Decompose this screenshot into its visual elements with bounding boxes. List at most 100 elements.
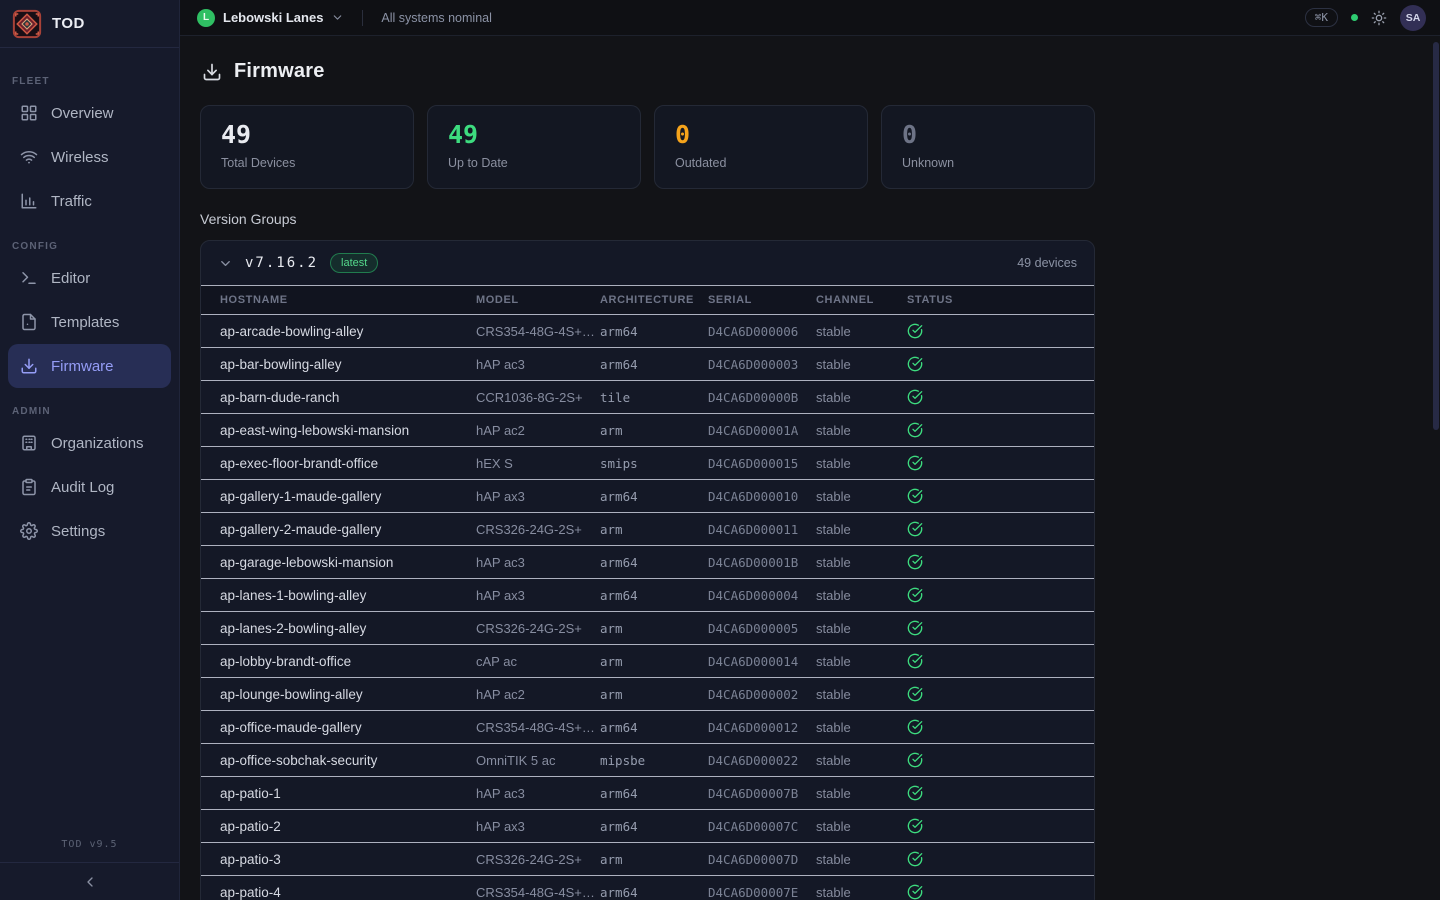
version-label: v7.16.2 (245, 255, 318, 271)
check-circle-icon (907, 323, 923, 339)
user-avatar[interactable]: SA (1400, 5, 1426, 31)
architecture-cell: arm64 (600, 489, 708, 504)
check-circle-icon (907, 653, 923, 669)
check-circle-icon (907, 554, 923, 570)
table-row[interactable]: ap-bar-bowling-alleyhAP ac3arm64D4CA6D00… (201, 347, 1094, 380)
sidebar-collapse-button[interactable] (0, 862, 179, 900)
status-cell (907, 851, 1094, 867)
download-icon (202, 62, 222, 82)
sidebar-item-audit-log[interactable]: Audit Log (8, 465, 171, 509)
stat-value: 49 (448, 121, 620, 149)
command-palette-shortcut[interactable]: ⌘K (1305, 8, 1338, 27)
hostname-cell: ap-exec-floor-brandt-office (220, 456, 476, 471)
table-row[interactable]: ap-barn-dude-ranchCCR1036-8G-2S+tileD4CA… (201, 380, 1094, 413)
table-row[interactable]: ap-east-wing-lebowski-mansionhAP ac2armD… (201, 413, 1094, 446)
table-row[interactable]: ap-lobby-brandt-officecAP acarmD4CA6D000… (201, 644, 1094, 677)
status-cell (907, 719, 1094, 735)
stat-label: Up to Date (448, 156, 620, 170)
sidebar-item-firmware[interactable]: Firmware (8, 344, 171, 388)
sidebar-item-traffic[interactable]: Traffic (8, 179, 171, 223)
stat-card-outdated: 0Outdated (654, 105, 868, 189)
architecture-cell: arm (600, 654, 708, 669)
channel-cell: stable (816, 324, 907, 339)
vertical-scrollbar[interactable] (1433, 42, 1439, 430)
sidebar-item-editor[interactable]: Editor (8, 256, 171, 300)
sidebar-item-label: Firmware (51, 358, 114, 375)
download-icon (20, 357, 38, 375)
brand-header: TOD (0, 0, 179, 48)
wifi-icon (20, 148, 38, 166)
channel-cell: stable (816, 456, 907, 471)
sidebar-item-overview[interactable]: Overview (8, 91, 171, 135)
column-header-architecture: ARCHITECTURE (600, 294, 708, 306)
check-circle-icon (907, 620, 923, 636)
status-cell (907, 422, 1094, 438)
sidebar-item-templates[interactable]: Templates (8, 300, 171, 344)
sidebar-item-organizations[interactable]: Organizations (8, 421, 171, 465)
sun-icon[interactable] (1371, 10, 1387, 26)
channel-cell: stable (816, 720, 907, 735)
status-cell (907, 587, 1094, 603)
hostname-cell: ap-office-maude-gallery (220, 720, 476, 735)
table-row[interactable]: ap-office-sobchak-securityOmniTIK 5 acmi… (201, 743, 1094, 776)
channel-cell: stable (816, 786, 907, 801)
table-row[interactable]: ap-patio-3CRS326-24G-2S+armD4CA6D00007Ds… (201, 842, 1094, 875)
check-circle-icon (907, 521, 923, 537)
model-cell: hAP ac3 (476, 555, 600, 570)
model-cell: hAP ax3 (476, 588, 600, 603)
channel-cell: stable (816, 357, 907, 372)
org-selector[interactable]: L Lebowski Lanes (197, 9, 344, 27)
status-cell (907, 521, 1094, 537)
table-row[interactable]: ap-patio-2hAP ax3arm64D4CA6D00007Cstable (201, 809, 1094, 842)
hostname-cell: ap-lanes-1-bowling-alley (220, 588, 476, 603)
status-cell (907, 389, 1094, 405)
table-row[interactable]: ap-garage-lebowski-mansionhAP ac3arm64D4… (201, 545, 1094, 578)
hostname-cell: ap-gallery-2-maude-gallery (220, 522, 476, 537)
version-group-header[interactable]: v7.16.2 latest 49 devices (201, 241, 1094, 285)
dashboard-icon (20, 104, 38, 122)
terminal-icon (20, 269, 38, 287)
channel-cell: stable (816, 390, 907, 405)
table-row[interactable]: ap-arcade-bowling-alleyCRS354-48G-4S+…ar… (201, 314, 1094, 347)
status-cell (907, 653, 1094, 669)
sidebar-item-settings[interactable]: Settings (8, 509, 171, 553)
table-row[interactable]: ap-patio-1hAP ac3arm64D4CA6D00007Bstable (201, 776, 1094, 809)
file-icon (20, 313, 38, 331)
stat-value: 49 (221, 121, 393, 149)
status-cell (907, 884, 1094, 900)
check-circle-icon (907, 455, 923, 471)
serial-cell: D4CA6D000010 (708, 489, 816, 504)
table-row[interactable]: ap-gallery-1-maude-galleryhAP ax3arm64D4… (201, 479, 1094, 512)
chevron-left-icon (82, 874, 98, 890)
table-row[interactable]: ap-patio-4CRS354-48G-4S+…arm64D4CA6D0000… (201, 875, 1094, 900)
check-circle-icon (907, 785, 923, 801)
column-header-channel: CHANNEL (816, 294, 907, 306)
status-cell (907, 356, 1094, 372)
check-circle-icon (907, 587, 923, 603)
serial-cell: D4CA6D00007B (708, 786, 816, 801)
hostname-cell: ap-lounge-bowling-alley (220, 687, 476, 702)
architecture-cell: arm64 (600, 819, 708, 834)
stat-label: Unknown (902, 156, 1074, 170)
stat-value: 0 (902, 121, 1074, 149)
serial-cell: D4CA6D00000B (708, 390, 816, 405)
hostname-cell: ap-arcade-bowling-alley (220, 324, 476, 339)
table-row[interactable]: ap-gallery-2-maude-galleryCRS326-24G-2S+… (201, 512, 1094, 545)
chevron-down-icon (331, 11, 344, 24)
topbar-actions: ⌘K SA (1305, 5, 1426, 31)
table-row[interactable]: ap-lanes-1-bowling-alleyhAP ax3arm64D4CA… (201, 578, 1094, 611)
table-row[interactable]: ap-office-maude-galleryCRS354-48G-4S+…ar… (201, 710, 1094, 743)
topbar-divider (362, 10, 363, 26)
serial-cell: D4CA6D000015 (708, 456, 816, 471)
stat-label: Outdated (675, 156, 847, 170)
sidebar-item-label: Settings (51, 523, 105, 540)
sidebar-item-wireless[interactable]: Wireless (8, 135, 171, 179)
serial-cell: D4CA6D00001A (708, 423, 816, 438)
check-circle-icon (907, 356, 923, 372)
check-circle-icon (907, 719, 923, 735)
sidebar-item-label: Traffic (51, 193, 92, 210)
table-row[interactable]: ap-lounge-bowling-alleyhAP ac2armD4CA6D0… (201, 677, 1094, 710)
table-row[interactable]: ap-exec-floor-brandt-officehEX SsmipsD4C… (201, 446, 1094, 479)
hostname-cell: ap-bar-bowling-alley (220, 357, 476, 372)
table-row[interactable]: ap-lanes-2-bowling-alleyCRS326-24G-2S+ar… (201, 611, 1094, 644)
